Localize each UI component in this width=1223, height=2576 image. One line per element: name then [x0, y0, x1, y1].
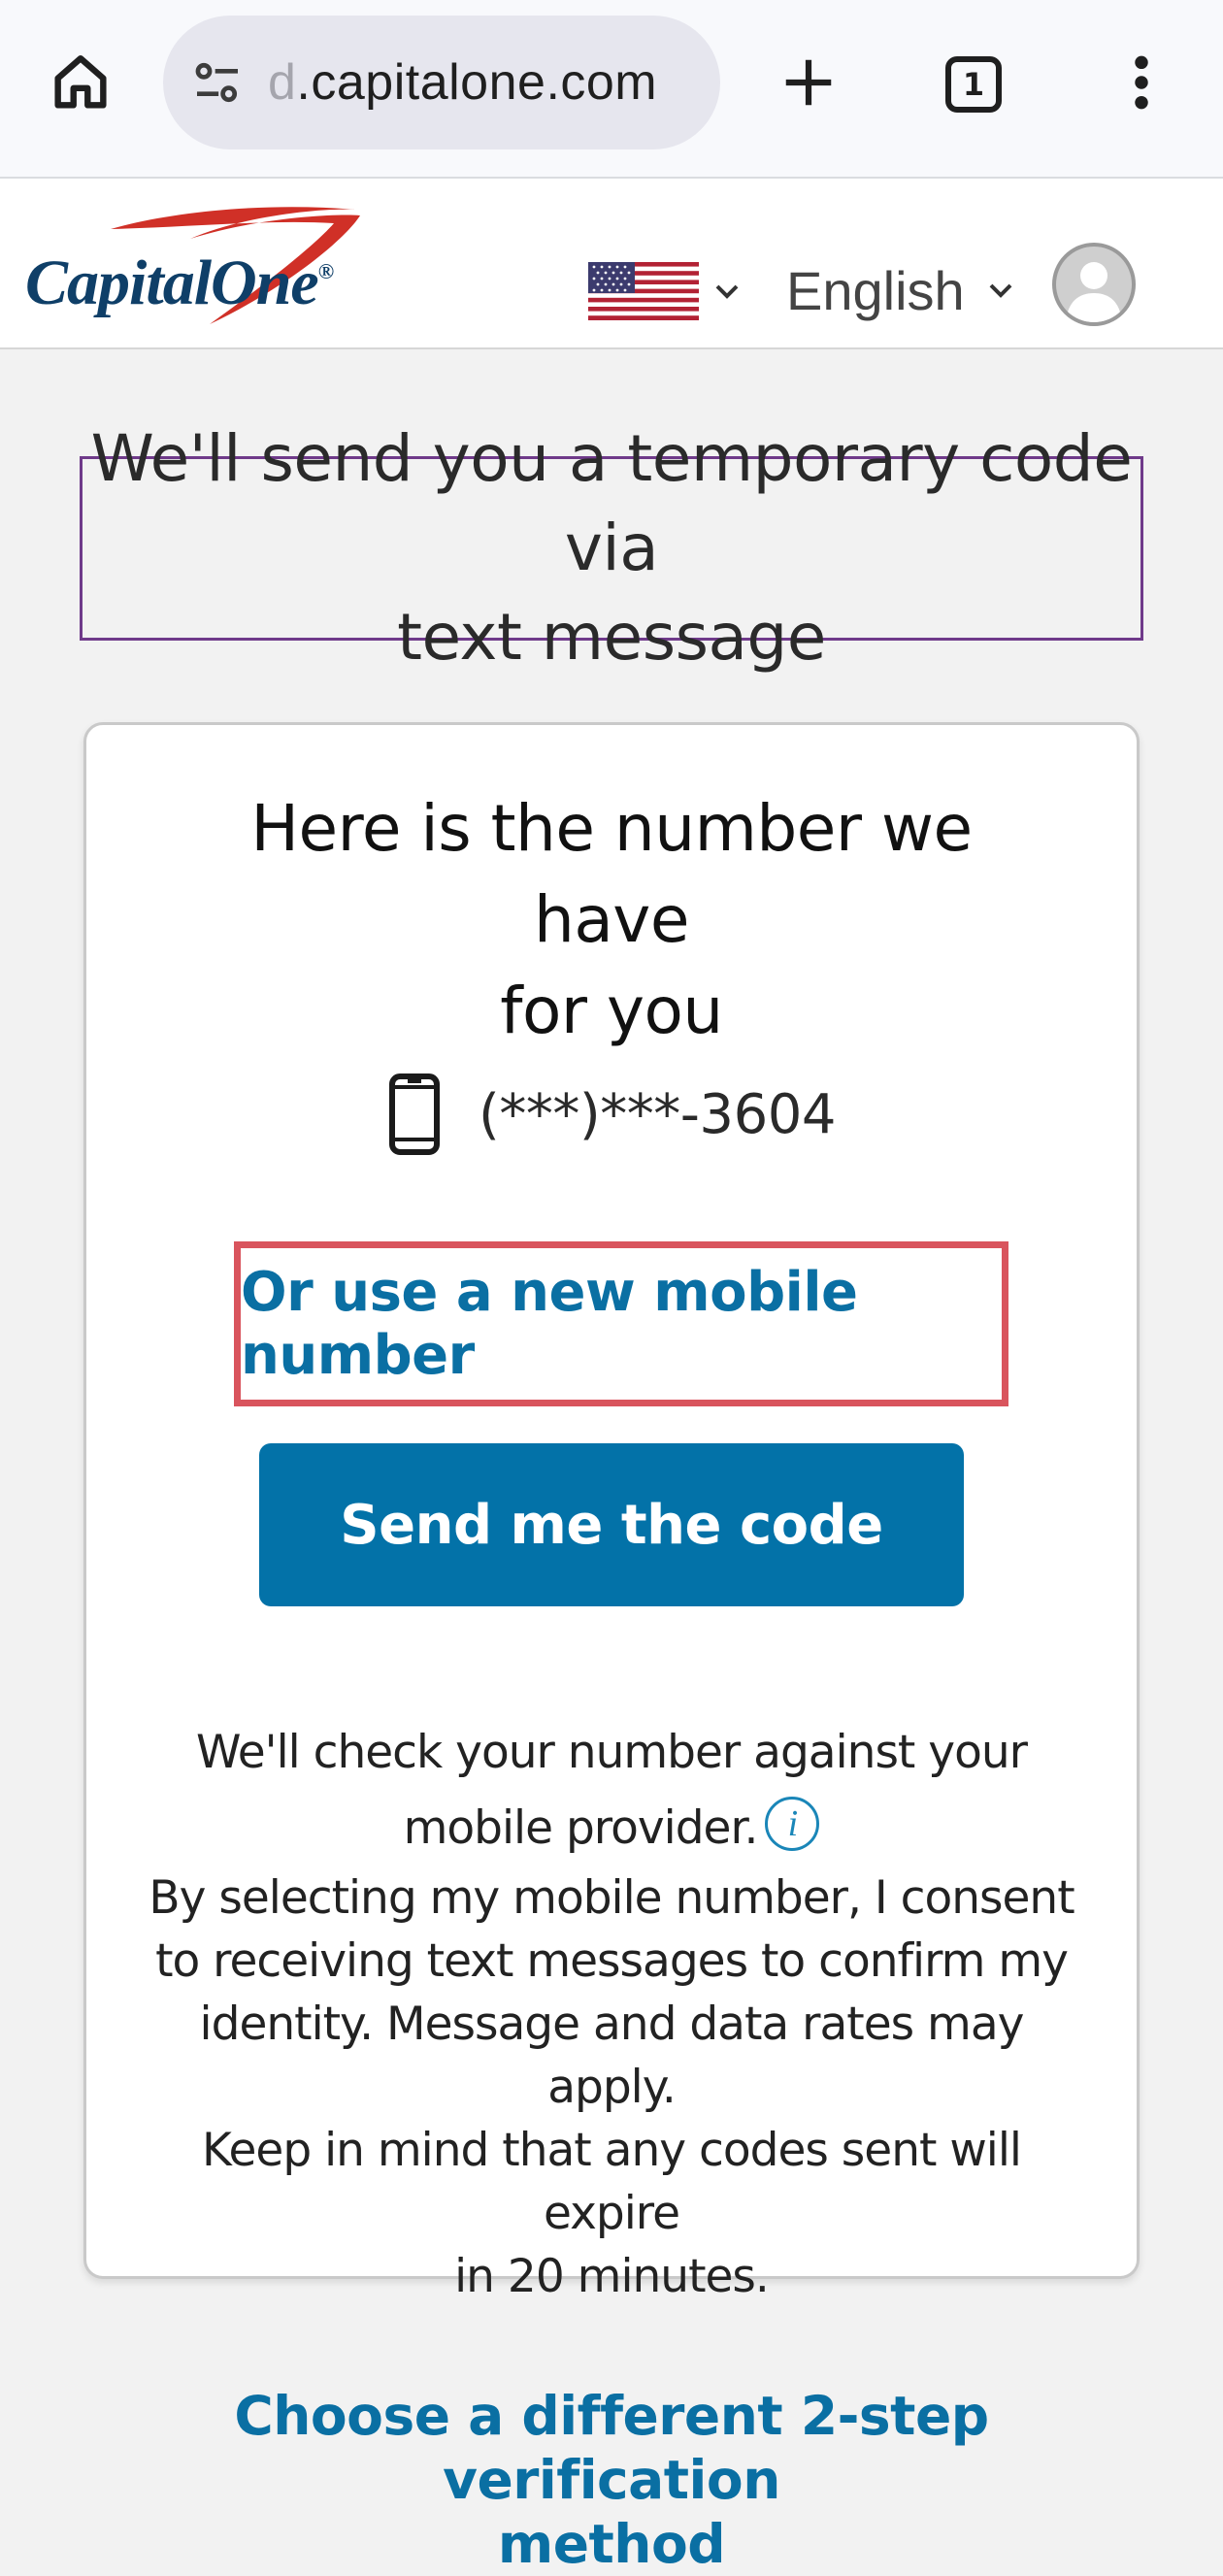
us-flag-icon: [588, 262, 699, 320]
language-selector[interactable]: English: [786, 256, 1015, 324]
provider-check-line-text: mobile provider.: [403, 1801, 759, 1855]
logo-registered-mark: ®: [317, 259, 334, 283]
consent-line: Keep in mind that any codes sent will ex…: [202, 2124, 1022, 2240]
consent-line: to receiving text messages to confirm my: [155, 1934, 1069, 1988]
language-label: English: [786, 259, 965, 321]
tune-icon[interactable]: [188, 53, 247, 112]
chevron-down-icon: [986, 281, 1015, 300]
capital-one-logo[interactable]: CapitalOne®: [25, 200, 384, 326]
page-heading-text: We'll send you a temporary code via text…: [83, 414, 1140, 682]
different-method-line: method: [497, 2513, 726, 2575]
browser-toolbar: d.capitalone.com 1: [0, 0, 1223, 179]
consent-line: in 20 minutes.: [454, 2250, 770, 2303]
info-icon[interactable]: i: [765, 1797, 820, 1851]
different-method-line: Choose a different 2-step verification: [234, 2385, 989, 2511]
provider-check-line: We'll check your number against your: [196, 1726, 1028, 1779]
card-title-line: for you: [500, 974, 723, 1048]
home-icon: [47, 49, 115, 121]
provider-check-text: We'll check your number against your mob…: [145, 1715, 1078, 1866]
choose-different-verification-method-link[interactable]: Choose a different 2-step verification m…: [97, 2384, 1126, 2576]
chevron-down-icon: [712, 281, 742, 301]
tab-switcher-button[interactable]: 1: [932, 43, 1015, 126]
masked-phone-number: (***)***-3604: [479, 1082, 836, 1146]
country-selector[interactable]: [588, 260, 742, 322]
page-heading-line: text message: [397, 600, 826, 675]
site-header: CapitalOne® English: [0, 179, 1223, 349]
verification-card: Here is the number we have for you (***)…: [83, 722, 1140, 2303]
browser-menu-button[interactable]: [1103, 43, 1180, 126]
consent-line: By selecting my mobile number, I consent: [149, 1871, 1074, 1925]
logo-wordmark-capital: Capital: [25, 248, 212, 318]
phone-number-row: (***)***-3604: [86, 1073, 1137, 1156]
logo-wordmark-one: One: [211, 248, 319, 318]
logo-wordmark: CapitalOne®: [25, 247, 334, 320]
plus-icon: [778, 52, 839, 117]
home-button[interactable]: [39, 43, 122, 126]
card-title-line: Here is the number we have: [250, 791, 973, 957]
url-text: d.capitalone.com: [268, 53, 657, 112]
url-faded-prefix: d: [268, 54, 297, 111]
consent-text: By selecting my mobile number, I consent…: [145, 1866, 1078, 2308]
more-vert-icon: [1132, 52, 1151, 117]
new-tab-button[interactable]: [767, 43, 850, 126]
smartphone-icon: [387, 1073, 442, 1156]
disclaimer-text: We'll check your number against your mob…: [145, 1715, 1078, 2308]
tab-switcher-icon: 1: [945, 56, 1002, 113]
consent-line: identity. Message and data rates may app…: [199, 1998, 1025, 2114]
user-avatar-icon[interactable]: [1052, 243, 1136, 326]
use-new-mobile-number-link[interactable]: Or use a new mobile number: [234, 1241, 1008, 1406]
card-title: Here is the number we have for you: [164, 783, 1059, 1057]
send-code-button[interactable]: Send me the code: [259, 1443, 964, 1606]
page-heading: We'll send you a temporary code via text…: [80, 421, 1143, 675]
tab-count: 1: [962, 66, 985, 103]
url-domain: .capitalone.com: [296, 54, 658, 111]
address-bar[interactable]: d.capitalone.com: [163, 16, 720, 149]
page-heading-line: We'll send you a temporary code via: [90, 421, 1133, 585]
provider-check-line: mobile provider. i: [145, 1791, 1078, 1866]
